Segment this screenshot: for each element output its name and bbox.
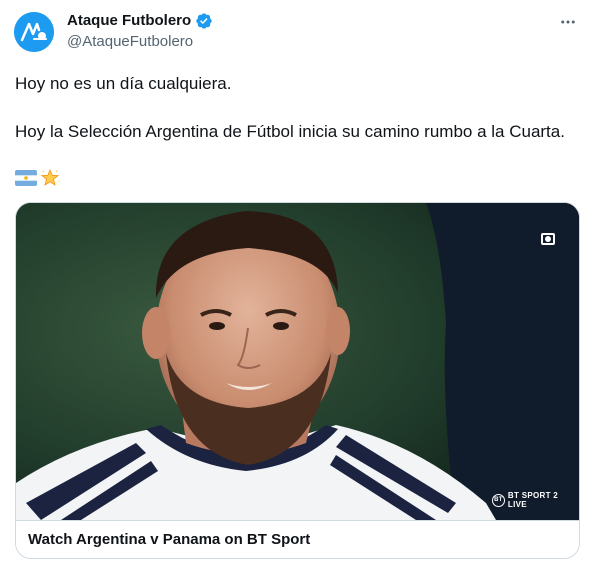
tweet-line-1: Hoy no es un día cualquiera.	[15, 74, 232, 93]
avatar[interactable]	[14, 12, 54, 52]
broadcaster-logo: BT BT SPORT 2 LIVE	[492, 491, 579, 509]
card-footer[interactable]: Watch Argentina v Panama on BT Sport	[16, 520, 579, 558]
more-horizontal-icon	[561, 20, 575, 24]
broadcaster-logo-text: BT SPORT 2 LIVE	[507, 491, 559, 509]
author-handle[interactable]: @AtaqueFutbolero	[67, 32, 193, 52]
card-title[interactable]: Watch Argentina v Panama on BT Sport	[28, 531, 310, 548]
link-card[interactable]: BT BT SPORT 2 LIVE Watch Argentina v Pan…	[15, 202, 580, 559]
broadcast-indicator-icon	[541, 233, 555, 245]
glowing-star-icon	[40, 168, 60, 186]
tweet-text: Hoy no es un día cualquiera. Hoy la Sele…	[15, 72, 581, 144]
ataque-futbolero-logo-icon	[14, 12, 54, 52]
author-name-row[interactable]: Ataque Futbolero	[67, 11, 213, 31]
more-options-button[interactable]	[556, 10, 580, 34]
tweet-line-2: Hoy la Selección Argentina de Fútbol ini…	[15, 122, 565, 141]
football-player-photo[interactable]: BT BT SPORT 2 LIVE	[16, 203, 579, 520]
tweet-emojis	[15, 168, 60, 188]
bt-logo-icon: BT	[492, 493, 505, 507]
argentina-flag-icon	[15, 170, 37, 186]
author-name[interactable]: Ataque Futbolero	[67, 11, 191, 31]
verified-badge-icon	[196, 13, 212, 29]
